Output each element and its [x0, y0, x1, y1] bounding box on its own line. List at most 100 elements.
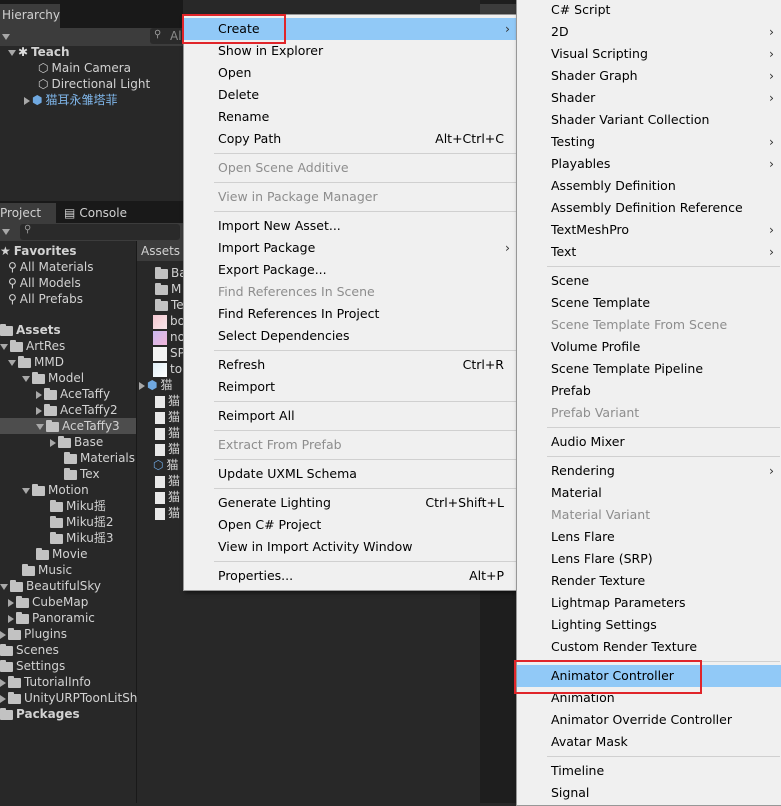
asset-item[interactable]: ⬢ 猫	[139, 377, 173, 393]
expand-icon[interactable]	[8, 359, 16, 366]
folder-item[interactable]: Motion	[22, 482, 89, 498]
expand-icon[interactable]	[36, 406, 42, 415]
expand-icon[interactable]	[8, 614, 14, 623]
menu-item-delete[interactable]: Delete	[184, 84, 518, 106]
menu-item-lens-flare[interactable]: Lens Flare	[517, 526, 781, 548]
menu-item-lightmap-parameters[interactable]: Lightmap Parameters	[517, 592, 781, 614]
folder-item[interactable]: TutorialInfo	[0, 674, 91, 690]
menu-item-avatar-mask[interactable]: Avatar Mask	[517, 731, 781, 753]
folder-item[interactable]: Base	[50, 434, 103, 450]
asset-item[interactable]: 猫	[155, 441, 180, 457]
menu-item-find-references-in-project[interactable]: Find References In Project	[184, 303, 518, 325]
dropdown-icon[interactable]	[2, 34, 10, 40]
expand-icon[interactable]	[0, 583, 8, 590]
menu-item-import-new-asset[interactable]: Import New Asset...	[184, 215, 518, 237]
asset-item[interactable]: 猫	[155, 409, 180, 425]
expand-icon[interactable]	[36, 423, 44, 430]
expand-icon[interactable]	[24, 96, 30, 105]
folder-item[interactable]: Settings	[0, 658, 65, 674]
asset-item[interactable]: SP	[153, 345, 185, 361]
menu-item-shader[interactable]: Shader ›	[517, 87, 781, 109]
folder-item[interactable]: Plugins	[0, 626, 67, 642]
folder-item[interactable]: BeautifulSky	[0, 578, 101, 594]
hierarchy-item-prefab[interactable]: ⬢ 猫耳永雏塔菲	[24, 92, 118, 108]
asset-item[interactable]: 猫	[155, 393, 180, 409]
menu-item-generate-lighting[interactable]: Generate Lighting Ctrl+Shift+L	[184, 492, 518, 514]
favorite-item[interactable]: ⚲ All Materials	[8, 259, 94, 275]
menu-item-visual-scripting[interactable]: Visual Scripting ›	[517, 43, 781, 65]
menu-item-shader-variant-collection[interactable]: Shader Variant Collection	[517, 109, 781, 131]
asset-item[interactable]: 猫	[155, 489, 180, 505]
menu-item-assembly-definition-reference[interactable]: Assembly Definition Reference	[517, 197, 781, 219]
asset-item[interactable]: bo	[153, 313, 185, 329]
menu-item-timeline[interactable]: Timeline	[517, 760, 781, 782]
menu-item-properties[interactable]: Properties... Alt+P	[184, 565, 518, 587]
assets-root[interactable]: Assets	[0, 322, 61, 338]
menu-item-custom-render-texture[interactable]: Custom Render Texture	[517, 636, 781, 658]
folder-item[interactable]: Materials	[64, 450, 135, 466]
hierarchy-item-directional-light[interactable]: ⬡ Directional Light	[38, 76, 150, 92]
menu-item-c-script[interactable]: C# Script	[517, 0, 781, 21]
folder-item[interactable]: Panoramic	[8, 610, 95, 626]
menu-item-2d[interactable]: 2D ›	[517, 21, 781, 43]
project-search-input[interactable]	[20, 224, 180, 240]
menu-item-export-package[interactable]: Export Package...	[184, 259, 518, 281]
asset-item[interactable]: 猫	[155, 505, 180, 521]
folder-item[interactable]: MMD	[8, 354, 64, 370]
menu-item-volume-profile[interactable]: Volume Profile	[517, 336, 781, 358]
expand-icon[interactable]	[0, 694, 6, 703]
folder-item[interactable]: ArtRes	[0, 338, 65, 354]
menu-item-update-uxml-schema[interactable]: Update UXML Schema	[184, 463, 518, 485]
asset-item[interactable]: no	[153, 329, 185, 345]
folder-item[interactable]: Scenes	[0, 642, 59, 658]
asset-item[interactable]: Te	[155, 297, 184, 313]
menu-item-prefab[interactable]: Prefab	[517, 380, 781, 402]
asset-item[interactable]: 猫	[155, 473, 180, 489]
expand-icon[interactable]	[139, 381, 145, 390]
expand-icon[interactable]	[0, 678, 6, 687]
expand-icon[interactable]	[0, 343, 8, 350]
folder-item-selected[interactable]: AceTaffy3	[0, 418, 136, 434]
menu-item-view-in-import-activity-window[interactable]: View in Import Activity Window	[184, 536, 518, 558]
menu-item-rename[interactable]: Rename	[184, 106, 518, 128]
menu-item-open-c-project[interactable]: Open C# Project	[184, 514, 518, 536]
favorite-item[interactable]: ⚲ All Models	[8, 275, 81, 291]
folder-item[interactable]: Music	[22, 562, 72, 578]
menu-item-playables[interactable]: Playables ›	[517, 153, 781, 175]
menu-item-text[interactable]: Text ›	[517, 241, 781, 263]
folder-item[interactable]: UnityURPToonLitSh	[0, 690, 137, 706]
expand-icon[interactable]	[8, 598, 14, 607]
tab-console[interactable]: ▤ Console	[64, 203, 127, 223]
asset-item[interactable]: Ba	[155, 265, 187, 281]
scene-row[interactable]: ✱ Teach	[8, 44, 70, 60]
menu-item-refresh[interactable]: Refresh Ctrl+R	[184, 354, 518, 376]
folder-item[interactable]: Model	[22, 370, 84, 386]
menu-item-assembly-definition[interactable]: Assembly Definition	[517, 175, 781, 197]
menu-item-select-dependencies[interactable]: Select Dependencies	[184, 325, 518, 347]
folder-item[interactable]: AceTaffy2	[36, 402, 118, 418]
menu-item-scene[interactable]: Scene	[517, 270, 781, 292]
menu-item-open[interactable]: Open	[184, 62, 518, 84]
asset-item[interactable]: to	[153, 361, 182, 377]
expand-icon[interactable]	[0, 630, 6, 639]
expand-icon[interactable]	[50, 438, 56, 447]
expand-icon[interactable]	[22, 375, 30, 382]
menu-item-signal[interactable]: Signal	[517, 782, 781, 804]
menu-item-scene-template-pipeline[interactable]: Scene Template Pipeline	[517, 358, 781, 380]
menu-item-reimport-all[interactable]: Reimport All	[184, 405, 518, 427]
tab-project[interactable]: Project	[0, 203, 56, 223]
menu-item-material[interactable]: Material	[517, 482, 781, 504]
menu-item-lens-flare-srp[interactable]: Lens Flare (SRP)	[517, 548, 781, 570]
menu-item-render-texture[interactable]: Render Texture	[517, 570, 781, 592]
favorite-item[interactable]: ⚲ All Prefabs	[8, 291, 83, 307]
folder-item[interactable]: CubeMap	[8, 594, 88, 610]
menu-item-testing[interactable]: Testing ›	[517, 131, 781, 153]
folder-item[interactable]: Miku摇	[50, 498, 106, 514]
asset-item[interactable]: M	[155, 281, 181, 297]
menu-item-lighting-settings[interactable]: Lighting Settings	[517, 614, 781, 636]
folder-item[interactable]: Miku摇2	[50, 514, 114, 530]
expand-icon[interactable]	[36, 390, 42, 399]
asset-item[interactable]: ⬡ 猫	[153, 457, 179, 473]
menu-item-shader-graph[interactable]: Shader Graph ›	[517, 65, 781, 87]
menu-item-reimport[interactable]: Reimport	[184, 376, 518, 398]
